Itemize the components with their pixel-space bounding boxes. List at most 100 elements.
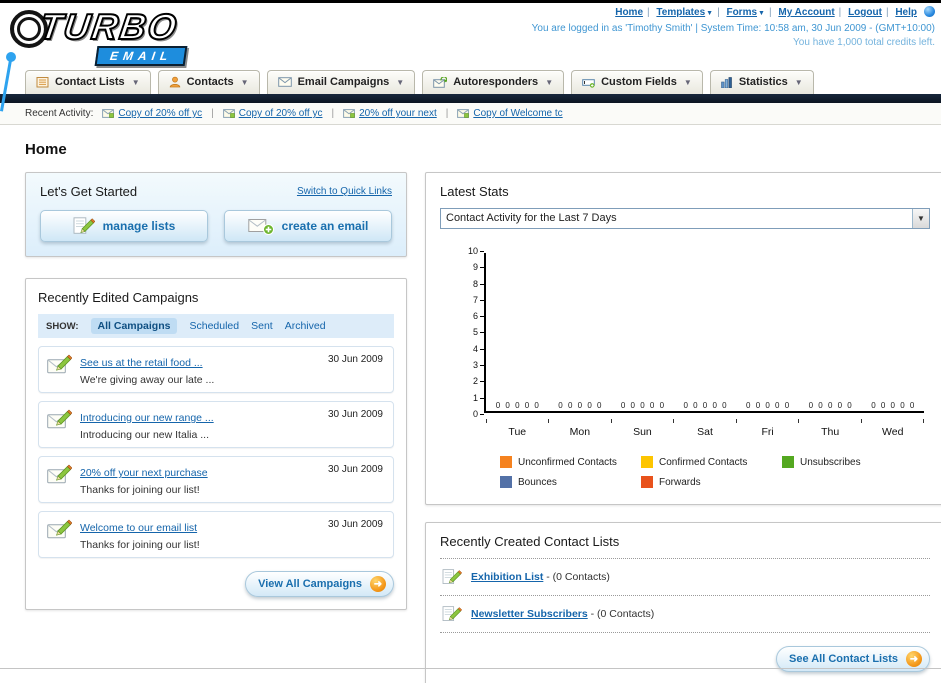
y-axis-tick: 1 bbox=[473, 393, 484, 403]
tab-contacts[interactable]: Contacts ▼ bbox=[157, 70, 260, 94]
nav-home[interactable]: Home bbox=[615, 7, 643, 18]
campaign-row[interactable]: See us at the retail food ... We're givi… bbox=[38, 346, 394, 393]
recent-activity-item[interactable]: 20% off your next bbox=[343, 108, 437, 119]
chart-value-labels: 0 0 0 0 0 0 0 0 0 0 0 0 0 0 0 0 0 0 0 0 0 0 … bbox=[486, 401, 924, 410]
filter-sent[interactable]: Sent bbox=[251, 320, 273, 332]
filter-archived[interactable]: Archived bbox=[285, 320, 326, 332]
campaign-row[interactable]: 20% off your next purchase Thanks for jo… bbox=[38, 456, 394, 503]
tab-label: Custom Fields bbox=[601, 76, 677, 88]
y-axis-tick: 6 bbox=[473, 312, 484, 321]
nav-templates[interactable]: Templates▼ bbox=[656, 7, 713, 18]
bar-value-labels: 0 0 0 0 0 bbox=[871, 401, 915, 410]
nav-separator: | bbox=[838, 7, 842, 18]
legend-label: Confirmed Contacts bbox=[659, 456, 748, 468]
stats-period-value: Contact Activity for the Last 7 Days bbox=[446, 212, 617, 224]
x-axis-label: Fri bbox=[761, 426, 774, 438]
campaign-edit-icon bbox=[47, 519, 72, 539]
legend-swatch bbox=[500, 476, 512, 488]
recent-activity-item[interactable]: Copy of 20% off yc bbox=[102, 108, 202, 119]
campaign-title-link[interactable]: See us at the retail food ... bbox=[80, 357, 203, 369]
nav-my-account[interactable]: My Account bbox=[778, 7, 834, 18]
main-content: Home Let's Get Started Switch to Quick L… bbox=[0, 125, 941, 683]
legend-swatch bbox=[641, 476, 653, 488]
contact-list-row[interactable]: Exhibition List - (0 Contacts) bbox=[440, 559, 930, 596]
switch-quick-links-link[interactable]: Switch to Quick Links bbox=[297, 186, 392, 197]
recent-activity-link[interactable]: Copy of 20% off yc bbox=[239, 108, 323, 119]
nav-help[interactable]: Help bbox=[895, 7, 917, 18]
chart-legend: Unconfirmed Contacts Confirmed Contacts Un… bbox=[500, 456, 924, 488]
legend-item: Unconfirmed Contacts bbox=[500, 456, 641, 468]
recent-activity-link[interactable]: Copy of Welcome tc bbox=[473, 108, 562, 119]
arrow-right-icon: ➜ bbox=[906, 651, 922, 667]
campaign-edit-icon bbox=[47, 464, 72, 484]
app-window: TURBO EMAIL Home | Templates▼ | Forms▼ | My… bbox=[0, 0, 941, 683]
view-all-campaigns-button[interactable]: View All Campaigns ➜ bbox=[245, 571, 394, 597]
nav-forms[interactable]: Forms▼ bbox=[726, 7, 765, 18]
chart-plot-area: 0 0 0 0 0 0 0 0 0 0 0 0 0 0 0 0 0 0 0 0 0 0 … bbox=[484, 253, 924, 413]
autoresponders-icon bbox=[433, 76, 448, 88]
nav-separator: | bbox=[885, 7, 889, 18]
tab-contact-lists[interactable]: Contact Lists ▼ bbox=[25, 70, 151, 94]
bar-value-labels: 0 0 0 0 0 bbox=[808, 401, 852, 410]
create-email-button[interactable]: create an email bbox=[224, 210, 392, 242]
filter-scheduled[interactable]: Scheduled bbox=[189, 320, 239, 332]
email-icon bbox=[102, 109, 115, 118]
legend-item: Bounces bbox=[500, 476, 641, 488]
campaign-title-link[interactable]: Introducing our new range ... bbox=[80, 412, 214, 424]
legend-item: Confirmed Contacts bbox=[641, 456, 782, 468]
contact-list-link[interactable]: Exhibition List bbox=[471, 571, 543, 583]
help-icon[interactable] bbox=[924, 6, 935, 17]
y-axis-tick: 3 bbox=[473, 361, 484, 370]
page-title: Home bbox=[25, 141, 67, 158]
header-right: Home | Templates▼ | Forms▼ | My Account | Lo… bbox=[532, 6, 935, 48]
get-started-title: Let's Get Started bbox=[40, 184, 138, 199]
x-axis-label: Mon bbox=[569, 426, 591, 438]
contact-activity-chart: 10 9 8 7 6 5 4 3 2 1 0 0 0 0 0 00 0 0 0 00 0 0 0 0… bbox=[466, 247, 924, 488]
contact-list-link[interactable]: Newsletter Subscribers bbox=[471, 608, 588, 620]
show-label: SHOW: bbox=[46, 320, 79, 332]
tab-statistics[interactable]: Statistics ▼ bbox=[709, 70, 814, 94]
envelope-plus-icon bbox=[247, 219, 274, 235]
recent-activity-link[interactable]: Copy of 20% off yc bbox=[118, 108, 202, 119]
footer-divider bbox=[0, 668, 941, 669]
y-axis-tick: 8 bbox=[473, 279, 484, 289]
tab-custom-fields[interactable]: Custom Fields ▼ bbox=[571, 70, 703, 94]
legend-label: Unconfirmed Contacts bbox=[518, 456, 617, 468]
campaign-row[interactable]: Welcome to our email list Thanks for joi… bbox=[38, 511, 394, 558]
campaign-row[interactable]: Introducing our new range ... Introducin… bbox=[38, 401, 394, 448]
stats-period-select[interactable]: Contact Activity for the Last 7 Days ▼ bbox=[440, 208, 930, 229]
campaign-edit-icon bbox=[47, 409, 72, 429]
tab-autoresponders[interactable]: Autoresponders ▼ bbox=[422, 70, 565, 94]
x-axis-label: Wed bbox=[882, 426, 904, 438]
bar-value-labels: 0 0 0 0 0 bbox=[620, 401, 665, 410]
nav-forms-label: Forms bbox=[726, 7, 758, 18]
x-axis-label: Thu bbox=[821, 426, 840, 438]
contact-list-count: - (0 Contacts) bbox=[546, 571, 610, 583]
recent-activity-item[interactable]: Copy of 20% off yc bbox=[222, 108, 323, 119]
chevron-down-icon: ▼ bbox=[912, 209, 929, 228]
chevron-down-icon: ▼ bbox=[131, 77, 140, 87]
contact-list-row[interactable]: Newsletter Subscribers - (0 Contacts) bbox=[440, 596, 930, 633]
campaign-title-link[interactable]: Welcome to our email list bbox=[80, 522, 197, 534]
right-column: Latest Stats Contact Activity for the La… bbox=[425, 172, 941, 683]
campaign-date: 30 Jun 2009 bbox=[327, 409, 383, 420]
nav-logout[interactable]: Logout bbox=[848, 7, 882, 18]
contact-lists-title: Recently Created Contact Lists bbox=[440, 534, 930, 559]
logo-text: TURBO bbox=[36, 5, 182, 48]
tab-email-campaigns[interactable]: Email Campaigns ▼ bbox=[266, 70, 416, 94]
bar-value-labels: 0 0 0 0 0 bbox=[746, 401, 790, 410]
filter-all-campaigns[interactable]: All Campaigns bbox=[90, 318, 178, 334]
activity-separator: | bbox=[211, 108, 214, 119]
recent-activity-item[interactable]: Copy of Welcome tc bbox=[457, 108, 563, 119]
y-axis-tick: 7 bbox=[473, 295, 484, 305]
recent-activity-link[interactable]: 20% off your next bbox=[359, 108, 437, 119]
campaigns-title: Recently Edited Campaigns bbox=[38, 290, 199, 305]
recent-contact-lists-panel: Recently Created Contact Lists Exhibitio… bbox=[425, 522, 941, 683]
campaign-title-link[interactable]: 20% off your next purchase bbox=[80, 467, 208, 479]
pencil-icon bbox=[442, 569, 462, 584]
custom-fields-icon bbox=[582, 78, 595, 88]
manage-lists-button[interactable]: manage lists bbox=[40, 210, 208, 242]
left-column: Let's Get Started Switch to Quick Links … bbox=[25, 172, 407, 610]
nav-separator: | bbox=[768, 7, 772, 18]
get-started-panel: Let's Get Started Switch to Quick Links … bbox=[25, 172, 407, 257]
